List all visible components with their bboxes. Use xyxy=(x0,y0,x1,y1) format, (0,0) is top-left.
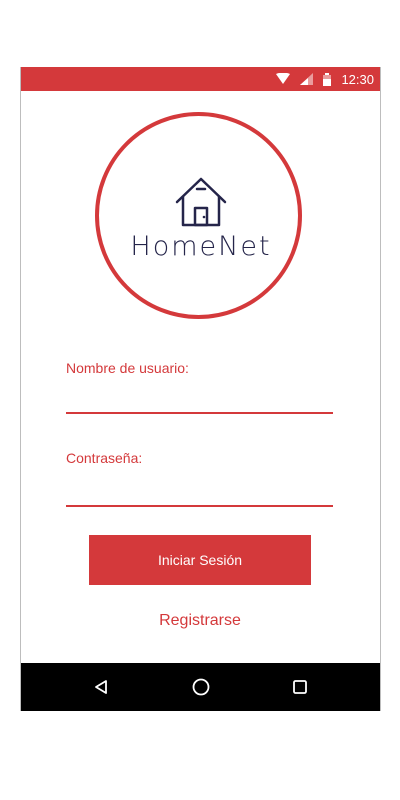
username-input[interactable] xyxy=(66,386,333,414)
battery-icon xyxy=(323,72,332,86)
recents-square-icon xyxy=(293,680,307,694)
username-label: Nombre de usuario: xyxy=(66,360,189,376)
home-button[interactable] xyxy=(189,675,213,699)
status-icons: 12:30 xyxy=(276,67,374,91)
wifi-icon xyxy=(276,73,291,84)
app-logo-text: HomeNet xyxy=(130,231,272,262)
status-bar: 12:30 xyxy=(21,67,380,91)
back-button[interactable] xyxy=(89,675,113,699)
status-time: 12:30 xyxy=(341,71,374,87)
navigation-bar xyxy=(21,663,380,711)
password-label: Contraseña: xyxy=(66,450,143,466)
phone-screen: 12:30 HomeNet Nombre de usuario: Contras… xyxy=(20,67,381,711)
home-circle-icon xyxy=(192,678,210,696)
recents-button[interactable] xyxy=(288,675,312,699)
register-link[interactable]: Registrarse xyxy=(89,612,311,630)
signal-icon xyxy=(300,73,314,85)
house-icon xyxy=(175,177,227,227)
back-triangle-icon xyxy=(95,680,107,694)
login-button[interactable]: Iniciar Sesión xyxy=(89,535,311,585)
password-input[interactable] xyxy=(66,479,333,507)
